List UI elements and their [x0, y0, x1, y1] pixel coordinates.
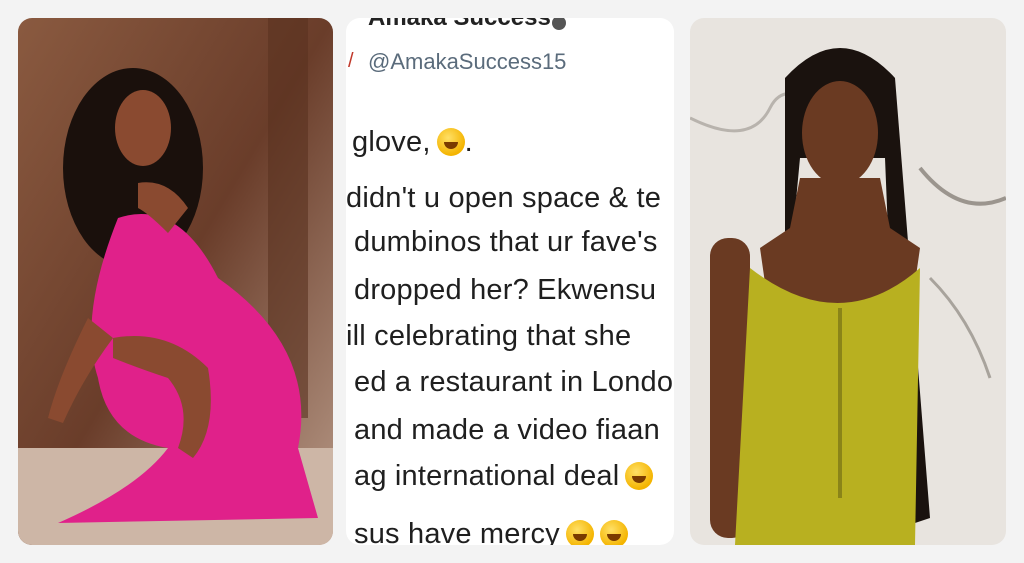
tweet-line: sus have mercy	[354, 518, 628, 545]
badge-icon	[552, 18, 566, 30]
tweet-line-text: dumbinos that ur fave's	[354, 226, 658, 258]
right-photo	[690, 18, 1006, 545]
tweet-line: glove,.	[352, 126, 473, 159]
tweet-line-text: and made a video fiaan	[354, 414, 660, 446]
tweet-line: dumbinos that ur fave's	[354, 226, 658, 259]
tweet-line: ag international deal	[354, 460, 654, 493]
tweet-header: Amaka Success / @AmakaSuccess15	[346, 18, 674, 78]
laughing-emoji-icon	[436, 128, 465, 156]
tweet-line-text: ill celebrating that she	[346, 320, 632, 352]
tweet-line: dropped her? Ekwensu	[354, 274, 656, 307]
tweet-line-text: ed a restaurant in Londo	[354, 366, 674, 398]
quote-mark-icon: /	[348, 50, 354, 72]
laughing-emoji-icon	[565, 520, 594, 545]
handle: @AmakaSuccess15	[368, 49, 567, 74]
tweet-line-text: sus have mercy	[354, 518, 560, 545]
tweet-line: and made a video fiaan	[354, 414, 660, 447]
tweet-line: didn't u open space & te	[346, 182, 661, 215]
tweet-line: ill celebrating that she	[346, 320, 631, 353]
tweet-line-text: dropped her? Ekwensu	[354, 274, 657, 306]
tweet-line-suffix: .	[464, 126, 473, 158]
tweet-card: Amaka Success / @AmakaSuccess15 glove,. d…	[346, 18, 674, 545]
woman-pink-dress-photo	[18, 18, 333, 545]
display-name: Amaka Success	[368, 18, 551, 32]
laughing-emoji-icon	[599, 520, 628, 545]
left-photo	[18, 18, 333, 545]
tweet-line-text: ag international deal	[354, 460, 620, 492]
tweet-line-text: didn't u open space & te	[346, 182, 662, 214]
woman-yellow-dress-photo	[690, 18, 1006, 545]
tweet-line: ed a restaurant in Londo	[354, 366, 673, 399]
tweet-line-text: glove,	[352, 126, 431, 158]
laughing-emoji-icon	[625, 462, 654, 490]
